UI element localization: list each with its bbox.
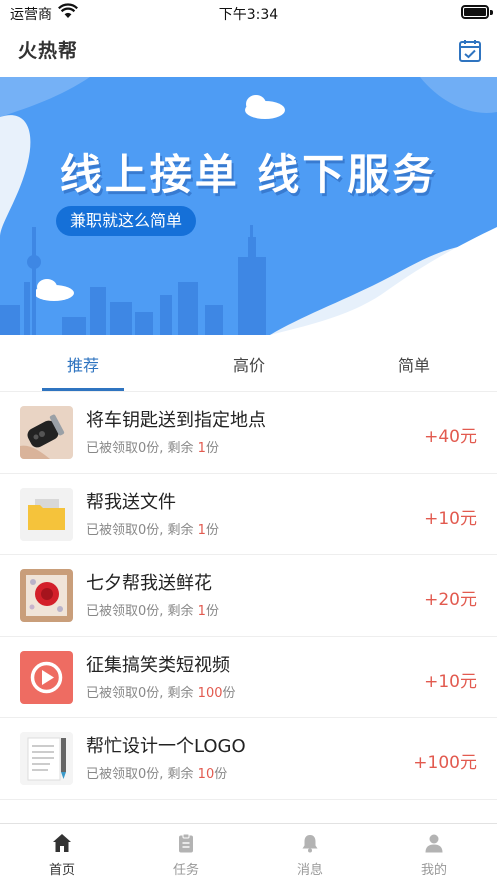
tab-simple[interactable]: 简单	[331, 340, 497, 392]
task-remaining: 已被领取0份, 剩余 10份	[86, 767, 228, 783]
task-list-item[interactable]: 七夕帮我送鲜花 已被领取0份, 剩余 1份 +20元	[0, 555, 497, 637]
banner-headline: 线上接单 线下服务	[59, 150, 438, 199]
active-tab-indicator	[42, 388, 124, 391]
nav-home-label: 首页	[48, 863, 75, 878]
task-title: 帮忙设计一个LOGO	[86, 736, 246, 758]
task-title: 将车钥匙送到指定地点	[86, 410, 266, 431]
task-reward: +40元	[424, 427, 477, 447]
nav-home[interactable]: 首页	[0, 824, 124, 883]
top-nav-bar: 火热帮	[0, 26, 497, 76]
task-reward: +10元	[424, 508, 477, 529]
nav-messages-label: 消息	[296, 863, 323, 878]
notebook-pen-thumbnail	[20, 732, 73, 786]
status-bar: 运营商 下午3:34	[0, 0, 497, 26]
task-list: 将车钥匙送到指定地点 已被领取0份, 剩余 1份 +40元 帮我送文件 已被领取…	[0, 392, 497, 800]
category-tabs: 推荐 高价 简单	[0, 340, 497, 392]
nav-tasks-label: 任务	[172, 863, 199, 878]
task-remaining: 已被领取0份, 剩余 100份	[86, 685, 236, 701]
home-icon	[53, 834, 71, 852]
nav-profile-label: 我的	[420, 863, 447, 878]
task-remaining: 已被领取0份, 剩余 1份	[86, 522, 219, 538]
tab-high-price[interactable]: 高价	[166, 340, 332, 392]
clock: 下午3:34	[218, 7, 279, 23]
task-list-item[interactable]: 征集搞笑类短视频 已被领取0份, 剩余 100份 +10元	[0, 637, 497, 719]
task-title: 七夕帮我送鲜花	[86, 573, 212, 595]
task-title: 帮我送文件	[86, 491, 176, 513]
app-title: 火热帮	[18, 40, 79, 62]
task-title: 征集搞笑类短视频	[86, 654, 230, 676]
calendar-check-icon[interactable]	[458, 39, 482, 63]
bottom-tab-bar: 首页 任务 消息 我的	[0, 823, 497, 883]
tab-recommended[interactable]: 推荐	[0, 340, 166, 392]
nav-profile[interactable]: 我的	[372, 824, 496, 883]
battery-icon	[461, 5, 489, 19]
car-key-thumbnail	[20, 406, 73, 459]
task-list-item[interactable]: 帮我送文件 已被领取0份, 剩余 1份 +10元	[0, 474, 497, 556]
nav-messages[interactable]: 消息	[248, 824, 372, 883]
task-remaining: 已被领取0份, 剩余 1份	[86, 604, 219, 620]
task-list-item[interactable]: 帮忙设计一个LOGO 已被领取0份, 剩余 10份 +100元	[0, 718, 497, 800]
banner-tagline: 兼职就这么简单	[56, 206, 197, 236]
task-remaining: 已被领取0份, 剩余 1份	[86, 441, 219, 456]
battery-tip	[490, 10, 493, 15]
promo-banner[interactable]: 线上接单 线下服务 兼职就这么简单	[0, 77, 497, 335]
clipboard-icon	[179, 833, 193, 853]
video-play-thumbnail	[20, 650, 73, 704]
task-list-item[interactable]: 将车钥匙送到指定地点 已被领取0份, 剩余 1份 +40元	[0, 392, 497, 474]
folder-thumbnail	[20, 487, 73, 541]
task-reward: +10元	[424, 671, 477, 692]
task-reward: +20元	[424, 590, 477, 611]
rose-gift-box-thumbnail	[20, 569, 73, 623]
user-icon	[425, 834, 443, 853]
bell-icon	[302, 835, 318, 853]
nav-tasks[interactable]: 任务	[124, 824, 248, 883]
task-reward: +100元	[413, 753, 477, 774]
